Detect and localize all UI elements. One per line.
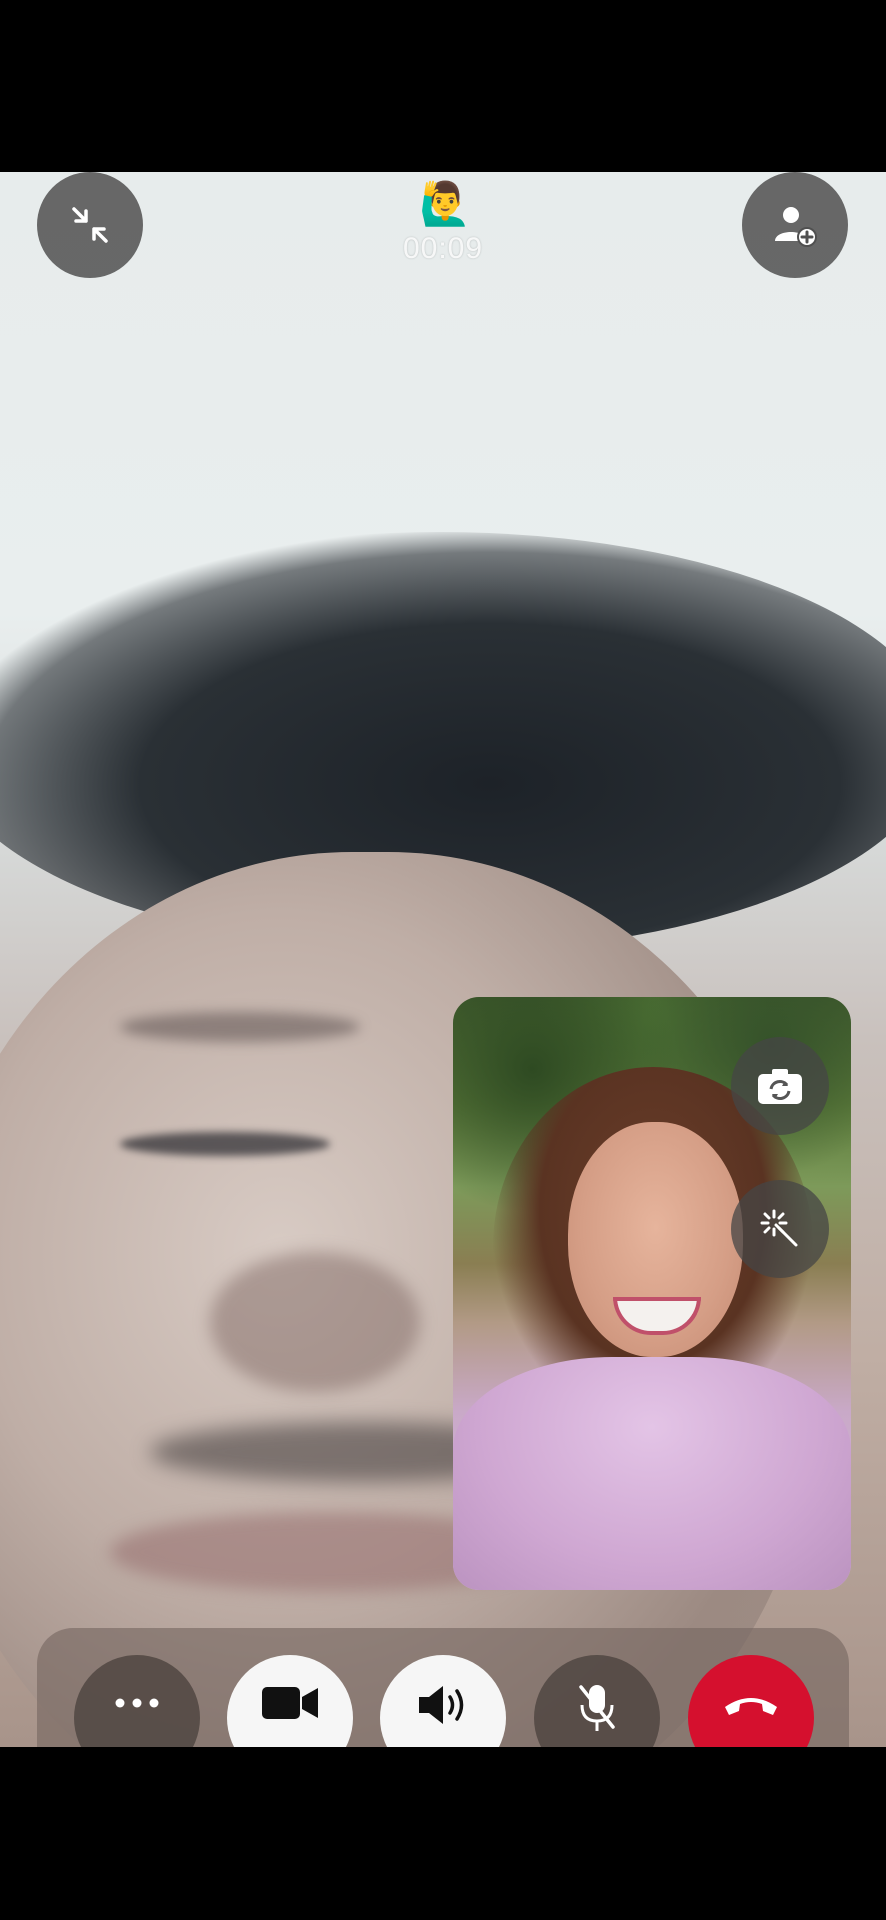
speaker-button[interactable] (380, 1655, 506, 1747)
flip-camera-button[interactable] (731, 1037, 829, 1135)
more-dots-icon (115, 1698, 159, 1708)
effects-button[interactable] (731, 1180, 829, 1278)
flip-camera-icon (758, 1069, 802, 1104)
hang-up-icon (725, 1698, 777, 1715)
magic-wand-icon (760, 1209, 798, 1247)
bottom-black-bar (0, 1747, 886, 1920)
self-video-body (453, 1357, 851, 1590)
video-camera-icon (262, 1687, 318, 1719)
minimize-arrows-icon (72, 207, 108, 243)
remote-video-eye (120, 1132, 330, 1156)
mute-button[interactable] (534, 1655, 660, 1747)
call-timer: 00:09 (402, 232, 484, 265)
minimize-button[interactable] (37, 172, 143, 278)
remote-video-nose (210, 1252, 420, 1392)
participant-emoji: 🙋‍♂️ (419, 180, 472, 227)
speaker-icon (419, 1686, 464, 1724)
add-person-icon (775, 207, 817, 247)
top-black-bar (0, 0, 886, 172)
more-options-button[interactable] (74, 1655, 200, 1747)
mic-off-icon (579, 1685, 615, 1731)
video-toggle-button[interactable] (227, 1655, 353, 1747)
add-person-button[interactable] (742, 172, 848, 278)
remote-video-brow (120, 1012, 360, 1042)
end-call-button[interactable] (688, 1655, 814, 1747)
